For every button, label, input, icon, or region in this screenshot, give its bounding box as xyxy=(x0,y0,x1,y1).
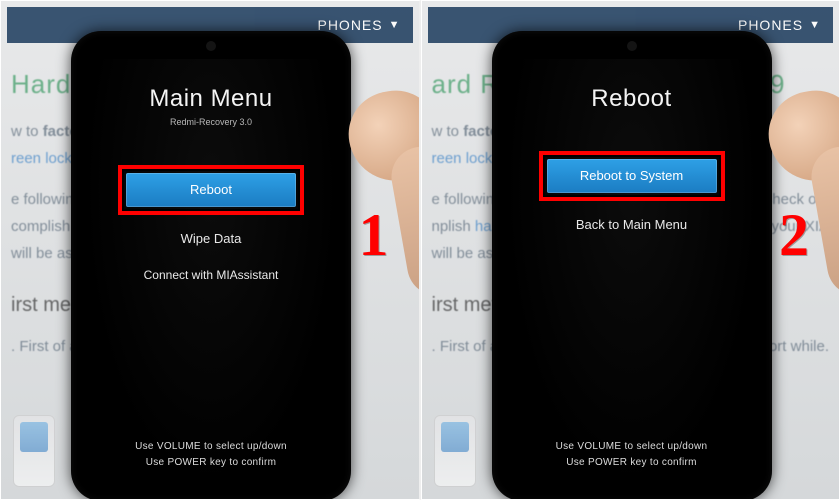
nav-phones-link: PHONES xyxy=(317,17,382,33)
chevron-down-icon: ▼ xyxy=(809,19,821,31)
screen-footer: Use VOLUME to select up/down Use POWER k… xyxy=(83,439,339,471)
step-panel-1: PHONES ▼ Hard R w to factory r reen lock… xyxy=(0,0,421,500)
tutorial-container: PHONES ▼ Hard R w to factory r reen lock… xyxy=(0,0,840,500)
step-number: 2 xyxy=(779,201,809,270)
wipe-data-item[interactable]: Wipe Data xyxy=(83,231,339,246)
bg-thumbnail xyxy=(434,415,476,487)
footer-line-power: Use POWER key to confirm xyxy=(504,455,760,471)
footer-line-volume: Use VOLUME to select up/down xyxy=(83,439,339,455)
screen-title: Reboot xyxy=(504,85,760,113)
bg-thumbnail xyxy=(13,415,55,487)
step-number: 1 xyxy=(359,201,389,270)
bg-heading-fragment: ard R xyxy=(432,69,501,99)
screen-title: Main Menu xyxy=(83,85,339,113)
reboot-button[interactable]: Reboot xyxy=(126,173,296,207)
miassistant-item[interactable]: Connect with MIAssistant xyxy=(83,268,339,282)
phone-frame: Reboot Reboot to System Back to Main Men… xyxy=(492,31,772,500)
selection-highlight: Reboot xyxy=(118,165,304,215)
selection-highlight: Reboot to System xyxy=(539,151,725,201)
recovery-screen: Reboot Reboot to System Back to Main Men… xyxy=(504,59,760,489)
phone-frame: Main Menu Redmi-Recovery 3.0 Reboot Wipe… xyxy=(71,31,351,500)
reboot-to-system-button[interactable]: Reboot to System xyxy=(547,159,717,193)
camera-notch xyxy=(627,41,637,51)
back-to-main-item[interactable]: Back to Main Menu xyxy=(504,217,760,232)
footer-line-volume: Use VOLUME to select up/down xyxy=(504,439,760,455)
screen-footer: Use VOLUME to select up/down Use POWER k… xyxy=(504,439,760,471)
step-panel-2: PHONES ▼ ard R i 9 w to factory r reen l… xyxy=(421,0,840,500)
footer-line-power: Use POWER key to confirm xyxy=(83,455,339,471)
screen-subtitle: Redmi-Recovery 3.0 xyxy=(83,117,339,127)
chevron-down-icon: ▼ xyxy=(389,19,401,31)
recovery-screen: Main Menu Redmi-Recovery 3.0 Reboot Wipe… xyxy=(83,59,339,489)
camera-notch xyxy=(206,41,216,51)
